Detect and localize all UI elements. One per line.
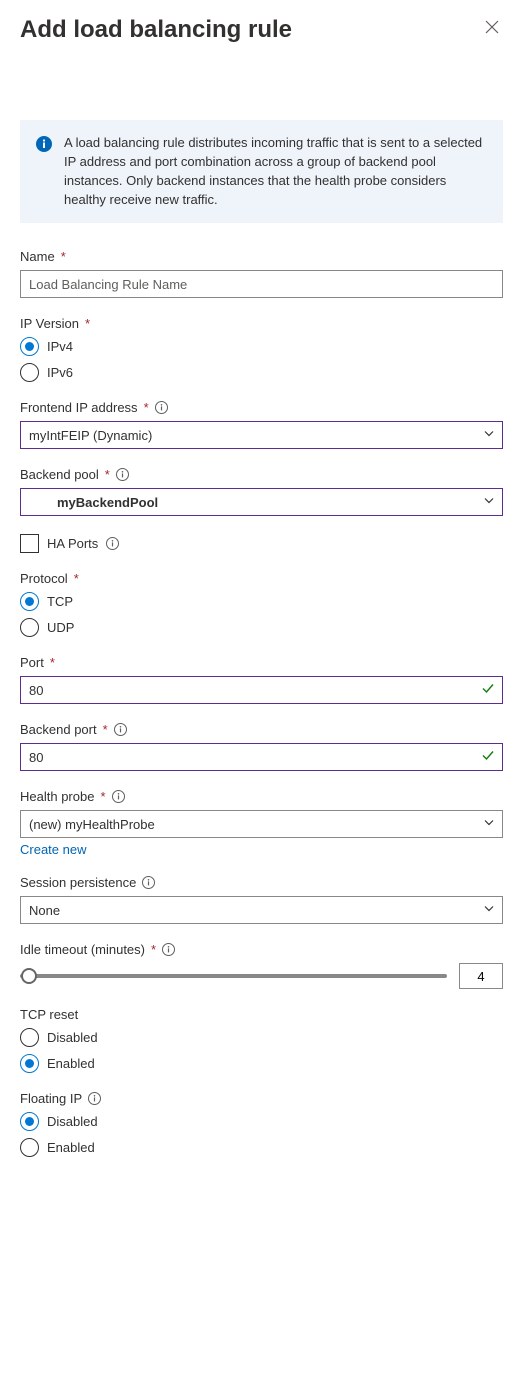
radio-icon xyxy=(20,1028,39,1047)
check-icon xyxy=(481,682,495,699)
name-label: Name* xyxy=(20,249,503,264)
tcp-reset-label: TCP reset xyxy=(20,1007,503,1022)
tooltip-icon[interactable] xyxy=(155,401,168,414)
radio-icon xyxy=(20,1138,39,1157)
health-probe-select[interactable]: (new) myHealthProbe xyxy=(20,810,503,838)
tooltip-icon[interactable] xyxy=(114,723,127,736)
radio-ipv6[interactable]: IPv6 xyxy=(20,363,503,382)
radio-icon xyxy=(20,1112,39,1131)
name-input[interactable] xyxy=(20,270,503,298)
close-button[interactable] xyxy=(481,16,503,41)
radio-icon xyxy=(20,363,39,382)
info-banner: A load balancing rule distributes incomi… xyxy=(20,120,503,223)
radio-floating-ip-enabled[interactable]: Enabled xyxy=(20,1138,503,1157)
health-probe-label: Health probe* xyxy=(20,789,503,804)
radio-tcp-reset-disabled[interactable]: Disabled xyxy=(20,1028,503,1047)
idle-timeout-label: Idle timeout (minutes)* xyxy=(20,942,503,957)
tooltip-icon[interactable] xyxy=(106,537,119,550)
radio-icon xyxy=(20,1054,39,1073)
session-persistence-label: Session persistence xyxy=(20,875,503,890)
tooltip-icon[interactable] xyxy=(162,943,175,956)
radio-tcp-reset-enabled[interactable]: Enabled xyxy=(20,1054,503,1073)
port-label: Port* xyxy=(20,655,503,670)
slider-thumb[interactable] xyxy=(21,968,37,984)
info-icon xyxy=(36,136,52,152)
idle-timeout-value[interactable] xyxy=(459,963,503,989)
tooltip-icon[interactable] xyxy=(88,1092,101,1105)
tooltip-icon[interactable] xyxy=(112,790,125,803)
radio-tcp[interactable]: TCP xyxy=(20,592,503,611)
ha-ports-checkbox[interactable] xyxy=(20,534,39,553)
backend-pool-select[interactable]: myBackendPool xyxy=(20,488,503,516)
radio-icon xyxy=(20,618,39,637)
radio-icon xyxy=(20,337,39,356)
backend-port-input[interactable] xyxy=(20,743,503,771)
ip-version-label: IP Version* xyxy=(20,316,503,331)
tooltip-icon[interactable] xyxy=(116,468,129,481)
frontend-ip-label: Frontend IP address* xyxy=(20,400,503,415)
port-input[interactable] xyxy=(20,676,503,704)
session-persistence-select[interactable]: None xyxy=(20,896,503,924)
tooltip-icon[interactable] xyxy=(142,876,155,889)
info-text: A load balancing rule distributes incomi… xyxy=(64,134,487,209)
radio-udp[interactable]: UDP xyxy=(20,618,503,637)
radio-floating-ip-disabled[interactable]: Disabled xyxy=(20,1112,503,1131)
create-new-link[interactable]: Create new xyxy=(20,842,86,857)
protocol-label: Protocol* xyxy=(20,571,503,586)
radio-icon xyxy=(20,592,39,611)
idle-timeout-slider[interactable] xyxy=(20,974,447,978)
panel-title: Add load balancing rule xyxy=(20,16,292,44)
backend-pool-label: Backend pool* xyxy=(20,467,503,482)
backend-port-label: Backend port* xyxy=(20,722,503,737)
floating-ip-label: Floating IP xyxy=(20,1091,503,1106)
check-icon xyxy=(481,749,495,766)
frontend-ip-select[interactable]: myIntFEIP (Dynamic) xyxy=(20,421,503,449)
ha-ports-label: HA Ports xyxy=(47,536,98,551)
close-icon xyxy=(485,22,499,37)
radio-ipv4[interactable]: IPv4 xyxy=(20,337,503,356)
